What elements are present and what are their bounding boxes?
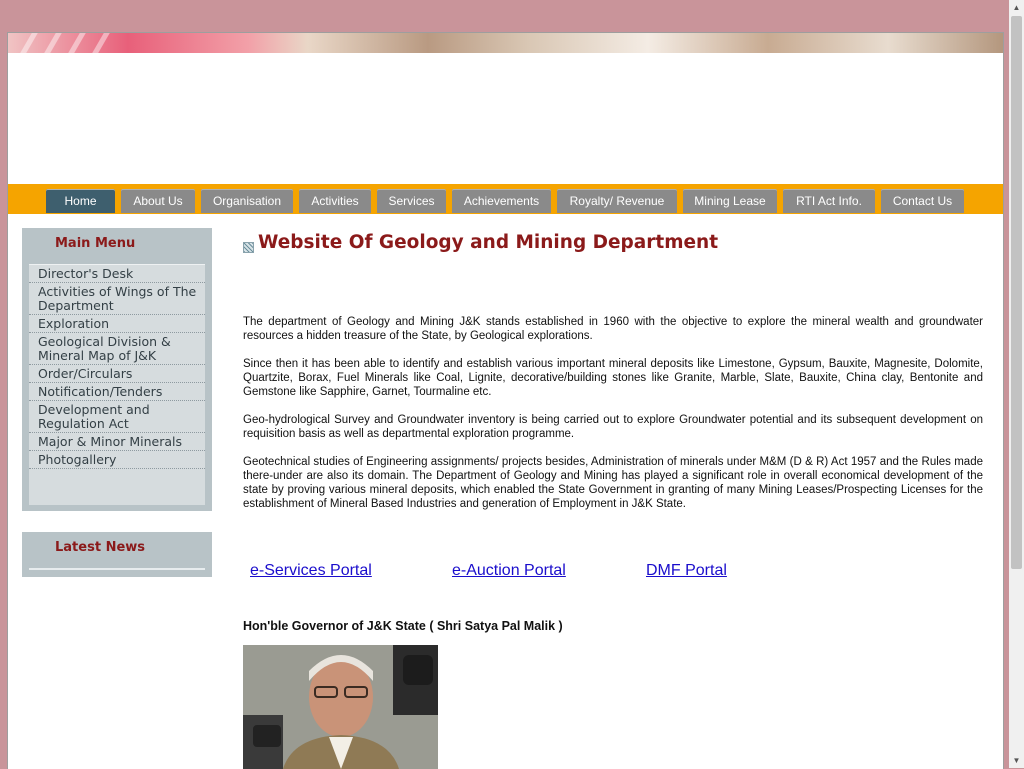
- governor-photo: [243, 645, 438, 769]
- main-menu-box: Main Menu Director's Desk Activities of …: [22, 228, 212, 511]
- latest-news-divider: [29, 568, 205, 570]
- header-banner-image: [8, 33, 1003, 53]
- nav-royalty-revenue[interactable]: Royalty/ Revenue: [557, 189, 677, 213]
- nav-contact-us[interactable]: Contact Us: [881, 189, 964, 213]
- e-auction-portal-link[interactable]: e-Auction Portal: [452, 562, 566, 580]
- latest-news-box: Latest News: [22, 532, 212, 577]
- menu-item-development-regulation-act[interactable]: Development and Regulation Act: [29, 401, 205, 433]
- intro-paragraph-1: The department of Geology and Mining J&K…: [243, 316, 983, 342]
- nav-rti-act-info[interactable]: RTI Act Info.: [783, 189, 875, 213]
- nav-mining-lease[interactable]: Mining Lease: [683, 189, 777, 213]
- menu-item-activities-of-wings[interactable]: Activities of Wings of The Department: [29, 283, 205, 315]
- menu-item-order-circulars[interactable]: Order/Circulars: [29, 365, 205, 383]
- main-menu-title: Main Menu: [55, 236, 136, 251]
- scrollbar-thumb[interactable]: [1011, 16, 1022, 569]
- intro-paragraph-2: Since then it has been able to identify …: [243, 358, 983, 398]
- nav-organisation[interactable]: Organisation: [201, 189, 293, 213]
- dmf-portal-link[interactable]: DMF Portal: [646, 562, 727, 580]
- e-services-portal-link[interactable]: e-Services Portal: [250, 562, 372, 580]
- page-title: Website Of Geology and Mining Department: [258, 232, 719, 253]
- governor-caption: Hon'ble Governor of J&K State ( Shri Sat…: [243, 619, 563, 633]
- menu-item-photogallery[interactable]: Photogallery: [29, 451, 205, 469]
- page-frame: Home About Us Organisation Activities Se…: [7, 32, 1004, 769]
- latest-news-title: Latest News: [55, 540, 146, 555]
- nav-about-us[interactable]: About Us: [121, 189, 195, 213]
- menu-item-geological-division[interactable]: Geological Division & Mineral Map of J&K: [29, 333, 205, 365]
- intro-paragraph-3: Geo-hydrological Survey and Groundwater …: [243, 414, 983, 440]
- main-navigation: Home About Us Organisation Activities Se…: [8, 184, 1003, 214]
- main-menu-list: Director's Desk Activities of Wings of T…: [29, 264, 205, 505]
- menu-item-notification-tenders[interactable]: Notification/Tenders: [29, 383, 205, 401]
- nav-services[interactable]: Services: [377, 189, 446, 213]
- menu-item-exploration[interactable]: Exploration: [29, 315, 205, 333]
- checkered-square-icon: [243, 242, 254, 253]
- menu-item-directors-desk[interactable]: Director's Desk: [29, 265, 205, 283]
- intro-paragraph-4: Geotechnical studies of Engineering assi…: [243, 456, 983, 510]
- vertical-scrollbar[interactable]: ▲ ▼: [1009, 0, 1024, 768]
- arrow-up-icon[interactable]: ▲: [1009, 0, 1024, 15]
- nav-achievements[interactable]: Achievements: [452, 189, 551, 213]
- menu-item-major-minor-minerals[interactable]: Major & Minor Minerals: [29, 433, 205, 451]
- nav-home[interactable]: Home: [46, 189, 115, 213]
- header-area: [8, 53, 1003, 184]
- arrow-down-icon[interactable]: ▼: [1009, 753, 1024, 768]
- nav-activities[interactable]: Activities: [299, 189, 371, 213]
